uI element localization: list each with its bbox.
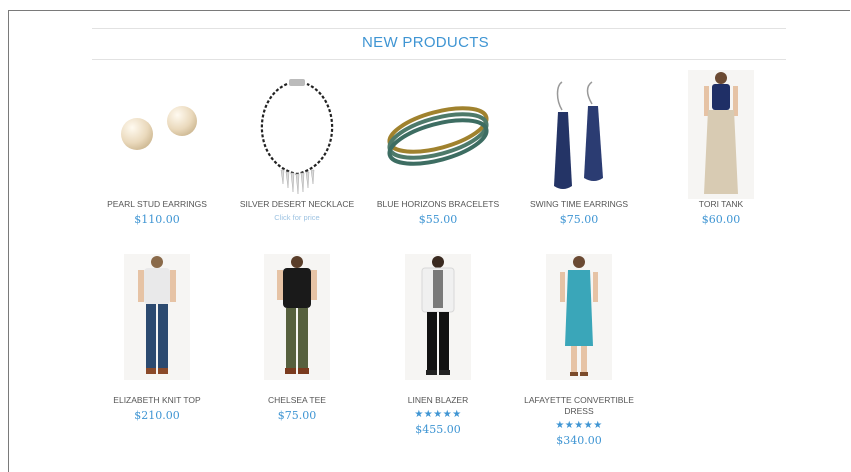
model-image[interactable] bbox=[546, 254, 612, 380]
product-name[interactable]: CHELSEA TEE bbox=[227, 395, 367, 406]
product-card[interactable]: CHELSEA TEE $75.00 bbox=[227, 254, 367, 422]
model-image[interactable] bbox=[264, 254, 330, 380]
product-price: $60.00 bbox=[701, 213, 741, 226]
divider-top bbox=[92, 28, 786, 29]
product-name[interactable]: SILVER DESERT NECKLACE bbox=[227, 199, 367, 210]
product-price: $75.00 bbox=[277, 409, 317, 422]
product-name[interactable]: PEARL STUD EARRINGS bbox=[87, 199, 227, 210]
product-price: $210.00 bbox=[134, 409, 180, 422]
product-card[interactable]: ELIZABETH KNIT TOP $210.00 bbox=[87, 254, 227, 422]
product-name[interactable]: TORI TANK bbox=[651, 199, 791, 210]
product-name[interactable]: SWING TIME EARRINGS bbox=[509, 199, 649, 210]
rating-stars: ★★★★★ bbox=[414, 409, 462, 420]
product-card[interactable]: LINEN BLAZER ★★★★★ $455.00 bbox=[368, 254, 508, 436]
product-price: $75.00 bbox=[559, 213, 599, 226]
divider-bottom bbox=[92, 59, 786, 60]
model-image[interactable] bbox=[124, 254, 190, 380]
product-price: $55.00 bbox=[418, 213, 458, 226]
product-card[interactable]: SWING TIME EARRINGS $75.00 bbox=[509, 80, 649, 226]
model-image[interactable] bbox=[688, 70, 754, 199]
bracelets-image[interactable] bbox=[381, 88, 496, 199]
necklace-image[interactable] bbox=[247, 74, 347, 199]
product-card[interactable]: SILVER DESERT NECKLACE Click for price bbox=[227, 74, 367, 222]
product-price: $110.00 bbox=[134, 213, 180, 226]
rating-stars: ★★★★★ bbox=[555, 420, 603, 431]
click-for-price-link[interactable]: Click for price bbox=[227, 213, 367, 222]
product-price: $340.00 bbox=[556, 434, 602, 447]
product-price: $455.00 bbox=[415, 423, 461, 436]
product-name[interactable]: ELIZABETH KNIT TOP bbox=[87, 395, 227, 406]
product-name[interactable]: LAFAYETTE CONVERTIBLE DRESS bbox=[509, 395, 649, 417]
section-title: NEW PRODUCTS bbox=[362, 34, 489, 51]
product-card[interactable]: LAFAYETTE CONVERTIBLE DRESS ★★★★★ $340.0… bbox=[509, 254, 649, 447]
product-card[interactable]: TORI TANK $60.00 bbox=[651, 70, 791, 226]
drop-earrings-image[interactable] bbox=[544, 80, 614, 199]
product-name[interactable]: BLUE HORIZONS BRACELETS bbox=[368, 199, 508, 210]
product-name[interactable]: LINEN BLAZER bbox=[368, 395, 508, 406]
model-image[interactable] bbox=[405, 254, 471, 380]
product-card[interactable]: BLUE HORIZONS BRACELETS $55.00 bbox=[368, 88, 508, 226]
product-card[interactable]: PEARL STUD EARRINGS $110.00 bbox=[87, 94, 227, 226]
pearl-earrings-image[interactable] bbox=[112, 94, 202, 199]
